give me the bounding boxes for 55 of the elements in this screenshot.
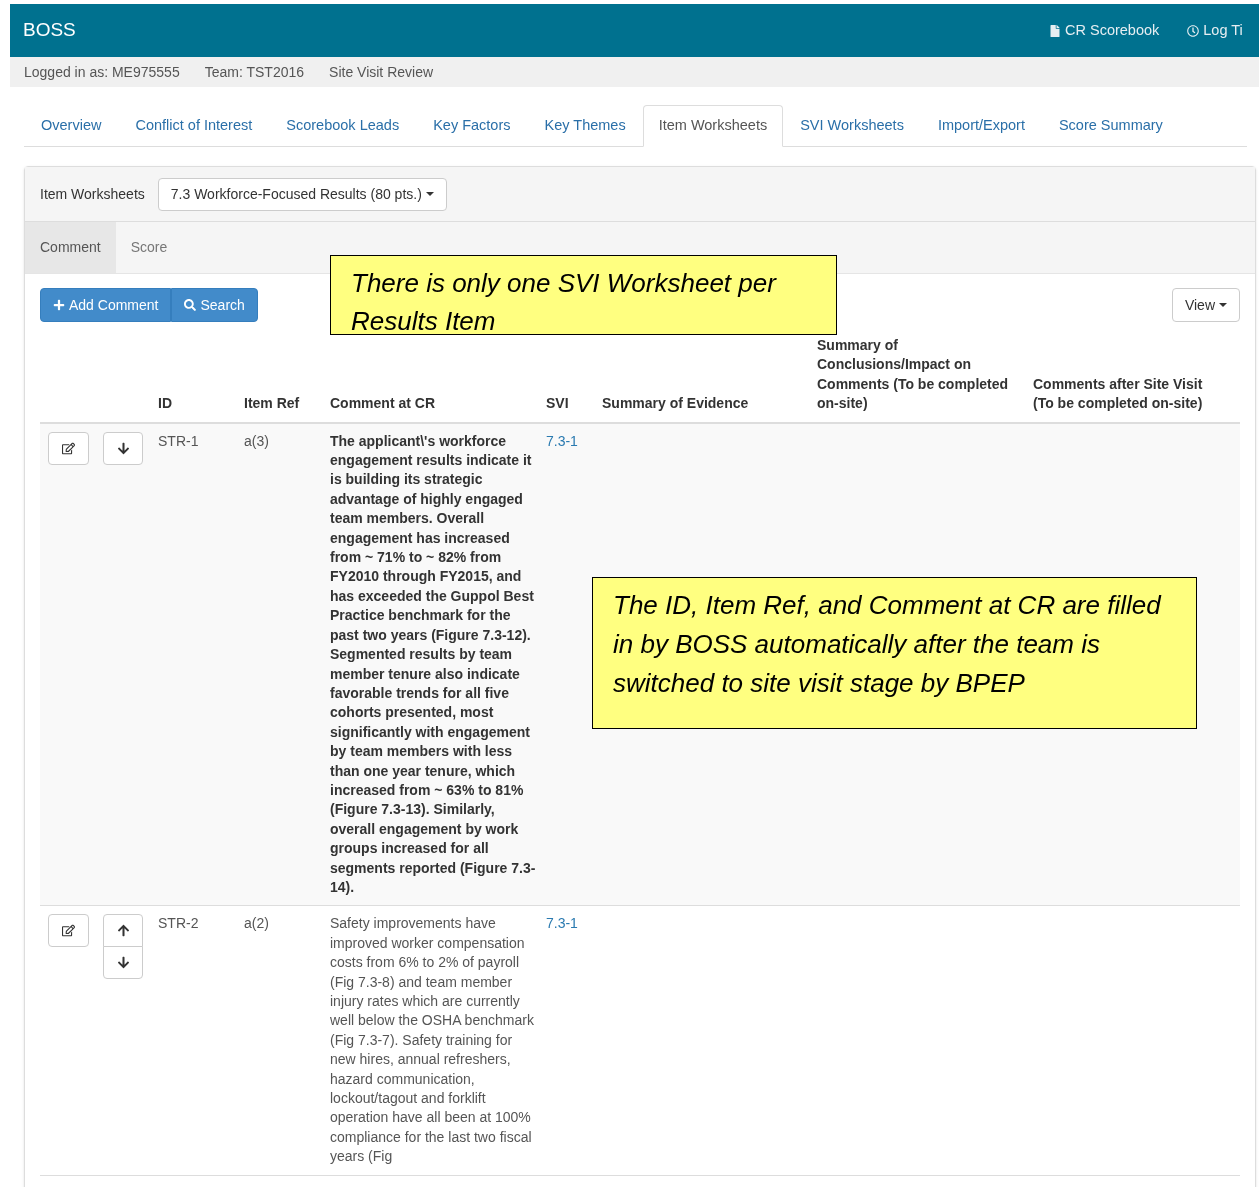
comment-cell-text: The applicant\'s workforce engagement results indicate it is building its strategic advantage of highly engaged team members. Overall engagement has increased from ~ 71% to ~ 82% from FY2010 through FY2015, and has exceeded the Guppol Best Practice benchmark for the past two years (Figure 7.3-12). Segmented results by team member tenure also indicate favorable trends for all five cohorts presented, most significantly with engagement by team members with less than one year tenure, which increased from ~ 63% to 81% (Figure 7.3-13). Similarly, overall engagement by work groups increased for all segments reported (Figure 7.3-14). xyxy=(330,431,537,897)
arrow-down-icon xyxy=(116,956,130,970)
column-header: Comments after Site Visit (To be completed on-site) xyxy=(1033,374,1204,414)
edit-icon xyxy=(62,924,75,938)
search-button[interactable]: Search xyxy=(171,288,258,322)
id-cell-text: STR-2 xyxy=(158,914,200,934)
column-header: ID xyxy=(158,394,173,414)
view-dropdown[interactable]: View xyxy=(1171,288,1240,322)
plus-icon xyxy=(53,299,65,311)
column-header: Comment at CR xyxy=(330,394,436,414)
annotation-callout: There is only one SVI Worksheet per Results Item xyxy=(330,255,837,335)
comment-cell-text: Safety improvements have improved worker compensation costs from 6% to 2% of payroll (Fig 7.3-8) and team member injury rates which are currently well below the OSHA benchmark (Fig 7.3-7). Safety training for new hires, annual refreshers, hazard communication, lockout/tagout and forklift operation have all been at 100% compliance for the last two fiscal years (Fig xyxy=(330,914,535,1167)
nav-tab[interactable]: Item Worksheets xyxy=(642,105,784,147)
nav-tab[interactable]: Key Factors xyxy=(416,105,528,146)
add-comment-button[interactable]: Add Comment xyxy=(40,288,172,322)
worksheet-dropdown[interactable]: 7.3 Workforce-Focused Results (80 pts.) xyxy=(157,177,447,211)
move-down-button[interactable] xyxy=(103,946,143,980)
nav-tab[interactable]: Import/Export xyxy=(920,105,1042,146)
item-ref-cell-text: a(2) xyxy=(244,914,270,934)
svi-link[interactable]: 7.3-1 xyxy=(546,914,602,934)
info-text: Team: TST2016 xyxy=(204,62,305,82)
edit-button[interactable] xyxy=(48,431,89,465)
info-text: Site Visit Review xyxy=(329,62,434,82)
annotation-callout: The ID, Item Ref, and Comment at CR are filled in by BOSS automatically after the team is switched to site visit stage by BPEP xyxy=(592,577,1197,729)
nav-tab[interactable]: Conflict of Interest xyxy=(118,105,270,146)
nav-tab[interactable]: Scorebook Leads xyxy=(269,105,417,146)
edit-button[interactable] xyxy=(48,914,89,948)
svi-link[interactable]: 7.3-1 xyxy=(546,431,602,452)
clock-icon xyxy=(1187,24,1200,37)
caret-icon xyxy=(425,192,434,196)
nav-tab[interactable]: Overview xyxy=(24,105,119,146)
nav-tab[interactable]: Score Summary xyxy=(1041,105,1180,146)
caret-icon xyxy=(1219,303,1227,307)
search-icon xyxy=(184,299,197,311)
file-icon xyxy=(1049,24,1061,37)
column-header: Summary of Evidence xyxy=(602,394,750,414)
info-text: Logged in as: ME975555 xyxy=(24,62,180,82)
id-cell-text: STR-1 xyxy=(158,431,200,451)
arrow-down-icon xyxy=(116,441,130,455)
picker-label: Item Worksheets xyxy=(40,184,145,204)
item-ref-cell-text: a(3) xyxy=(244,431,270,451)
column-header: Item Ref xyxy=(244,394,301,414)
header-link[interactable]: CR Scorebook xyxy=(1049,19,1160,42)
header-link[interactable]: Log Ti xyxy=(1187,19,1243,42)
sub-tab[interactable]: Comment xyxy=(25,222,116,273)
sub-tab[interactable]: Score xyxy=(115,222,183,273)
nav-tab[interactable]: SVI Worksheets xyxy=(783,105,921,146)
nav-tab[interactable]: Key Themes xyxy=(527,105,643,146)
column-header: SVI xyxy=(546,394,570,414)
edit-icon xyxy=(62,441,75,455)
move-up-button[interactable] xyxy=(103,914,143,948)
app-brand[interactable]: BOSS xyxy=(23,16,76,45)
move-down-button[interactable] xyxy=(103,431,143,465)
arrow-up-icon xyxy=(116,924,130,938)
column-header: Summary of Conclusions/Impact on Comments (To be completed on-site) xyxy=(817,336,1010,414)
